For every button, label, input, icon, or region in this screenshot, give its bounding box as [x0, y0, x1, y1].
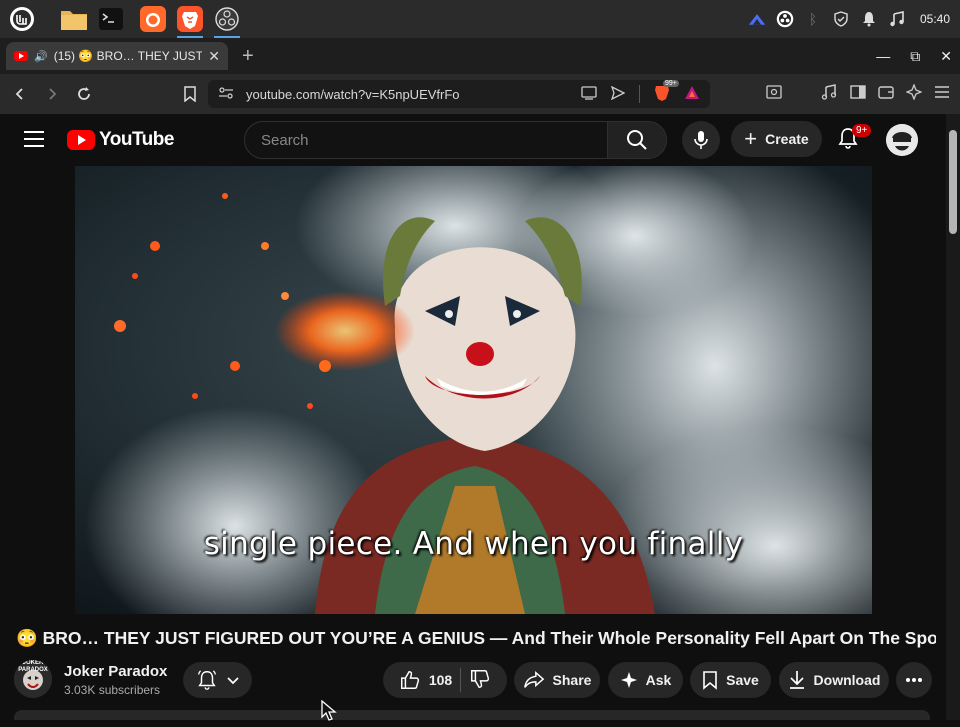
brave-browser-icon[interactable]	[175, 4, 205, 38]
youtube-favicon-icon	[14, 51, 28, 61]
channel-avatar[interactable]: JOKER PARADOX	[14, 660, 52, 698]
obs-tray-icon[interactable]	[776, 10, 794, 28]
youtube-masthead: YouTube Search + Create 9+	[0, 114, 946, 166]
leo-ai-icon[interactable]	[905, 82, 923, 105]
channel-name[interactable]: Joker Paradox	[64, 663, 167, 680]
download-label: Download	[813, 672, 881, 688]
back-icon[interactable]	[6, 80, 34, 108]
system-clock[interactable]: 05:40	[920, 12, 950, 26]
url-text: youtube.com/watch?v=K5npUEVfrFo	[246, 86, 460, 102]
like-button[interactable]: 108	[399, 669, 452, 691]
video-title: 😳 BRO… THEY JUST FIGURED OUT YOU’RE A GE…	[16, 628, 936, 648]
bell-ringing-icon	[197, 670, 216, 690]
reader-mode-icon[interactable]	[766, 84, 782, 104]
share-button[interactable]: Share	[514, 662, 600, 698]
search-icon	[627, 130, 647, 150]
browser-tab-strip: 🔊 (15) 😳 BRO… THEY JUST F ✕ + — ⧉ ✕	[0, 38, 960, 74]
youtube-play-icon	[67, 130, 95, 150]
restore-window-icon[interactable]: ⧉	[910, 48, 920, 65]
send-to-device-icon[interactable]	[610, 85, 626, 103]
save-label: Save	[726, 672, 759, 688]
description-box-edge[interactable]	[14, 710, 930, 720]
notifications-count-badge: 9+	[852, 124, 872, 137]
page-scrollbar[interactable]	[946, 114, 960, 720]
bookmark-icon[interactable]	[176, 80, 204, 108]
sparkle-icon	[620, 672, 637, 688]
account-avatar[interactable]	[886, 124, 918, 156]
youtube-logo[interactable]: YouTube	[67, 129, 174, 151]
download-button[interactable]: Download	[779, 662, 889, 698]
address-bar[interactable]: youtube.com/watch?v=K5npUEVfrFo 99+	[208, 79, 710, 108]
ask-button[interactable]: Ask	[608, 662, 683, 698]
youtube-page: YouTube Search + Create 9+ single piece.…	[0, 114, 946, 721]
thumbs-up-icon	[400, 671, 419, 689]
more-horizontal-icon	[906, 678, 922, 682]
plus-icon: +	[744, 126, 758, 151]
create-button[interactable]: + Create	[731, 121, 822, 157]
vpn-tray-icon[interactable]	[748, 10, 766, 28]
browser-menu-icon[interactable]	[934, 85, 950, 104]
files-folder-icon[interactable]	[59, 4, 89, 34]
brave-rewards-icon[interactable]	[684, 85, 700, 103]
shields-count-badge: 99+	[663, 79, 679, 87]
video-owner-row: JOKER PARADOX Joker Paradox 3.03K subscr…	[0, 658, 946, 702]
terminal-icon[interactable]	[96, 4, 126, 34]
share-label: Share	[552, 672, 592, 688]
audio-playing-icon[interactable]: 🔊	[34, 50, 48, 63]
music-note-tray-icon[interactable]	[888, 10, 906, 28]
brave-shields-icon[interactable]: 99+	[654, 79, 679, 105]
bookmark-save-icon	[703, 671, 717, 690]
close-tab-icon[interactable]: ✕	[208, 48, 220, 65]
obs-icon[interactable]	[212, 4, 242, 38]
thumbs-down-icon	[471, 669, 490, 688]
forward-icon[interactable]	[38, 80, 66, 108]
firefox-icon[interactable]	[138, 4, 168, 34]
ask-label: Ask	[645, 672, 672, 688]
os-taskbar: ᛒ 05:40	[0, 0, 960, 38]
video-caption: single piece. And when you finally	[203, 526, 744, 562]
create-label: Create	[765, 131, 809, 147]
notification-bell-tray-icon[interactable]	[860, 10, 878, 28]
chevron-down-icon	[226, 677, 239, 685]
site-settings-icon[interactable]	[218, 86, 234, 103]
shield-tray-icon[interactable]	[832, 10, 850, 28]
download-icon	[789, 671, 804, 689]
share-icon	[523, 671, 544, 688]
reload-icon[interactable]	[70, 80, 98, 108]
video-player[interactable]: single piece. And when you finally	[75, 166, 872, 614]
like-count: 108	[428, 672, 453, 688]
subscribed-notifications-button[interactable]	[183, 662, 252, 698]
bluetooth-icon[interactable]: ᛒ	[804, 10, 822, 28]
browser-toolbar: youtube.com/watch?v=K5npUEVfrFo 99+	[0, 74, 960, 114]
cast-icon[interactable]	[581, 85, 597, 103]
youtube-logo-text: YouTube	[99, 129, 174, 150]
save-button[interactable]: Save	[690, 662, 771, 698]
like-dislike-group: 108	[383, 662, 507, 698]
mint-menu-icon[interactable]	[7, 4, 37, 34]
tab-title: (15) 😳 BRO… THEY JUST F	[53, 49, 203, 63]
close-window-icon[interactable]: ✕	[940, 48, 952, 65]
minimize-window-icon[interactable]: —	[876, 48, 890, 64]
new-tab-icon[interactable]: +	[242, 45, 254, 68]
dislike-button[interactable]	[469, 668, 491, 693]
search-button[interactable]	[607, 121, 667, 159]
sidebar-toggle-icon[interactable]	[850, 84, 866, 104]
wallet-icon[interactable]	[878, 85, 894, 104]
more-actions-button[interactable]	[896, 662, 932, 698]
search-input[interactable]: Search	[244, 121, 608, 159]
subscriber-count: 3.03K subscribers	[64, 683, 161, 697]
voice-search-button[interactable]	[682, 121, 720, 159]
media-playlist-icon[interactable]	[820, 83, 838, 105]
channel-avatar-text: JOKER PARADOX	[18, 660, 48, 673]
mouse-cursor-icon	[321, 699, 339, 727]
browser-tab-active[interactable]: 🔊 (15) 😳 BRO… THEY JUST F ✕	[6, 42, 228, 70]
microphone-icon	[694, 131, 708, 149]
scrollbar-thumb[interactable]	[949, 130, 957, 234]
guide-menu-icon[interactable]	[24, 131, 44, 147]
